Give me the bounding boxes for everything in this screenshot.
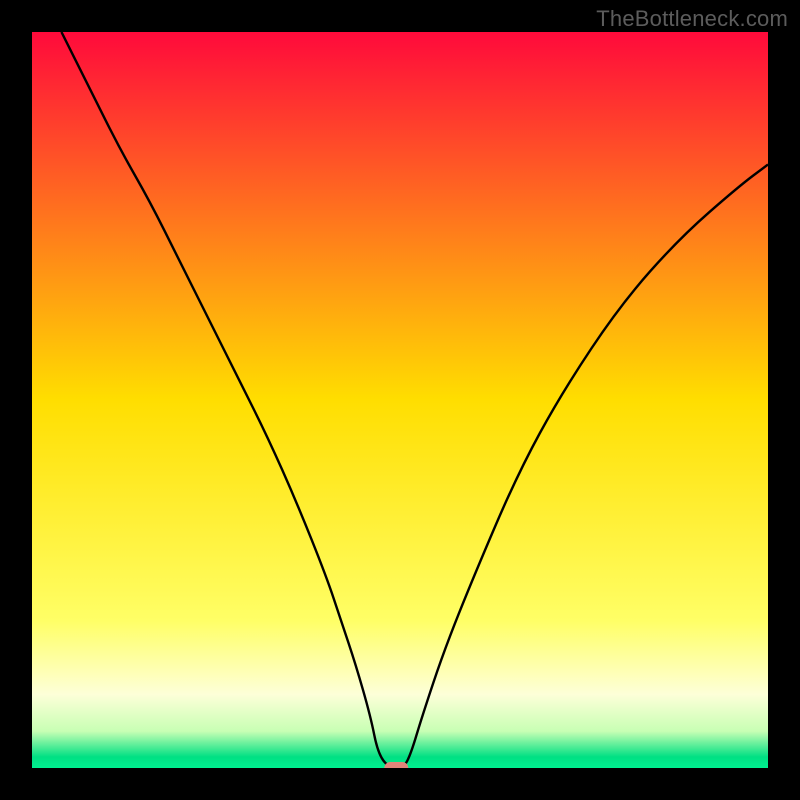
gradient-background [32,32,768,768]
plot-area [32,32,768,768]
chart-svg [32,32,768,768]
current-point-marker [384,762,408,768]
chart-frame: TheBottleneck.com [0,0,800,800]
watermark-text: TheBottleneck.com [596,6,788,32]
